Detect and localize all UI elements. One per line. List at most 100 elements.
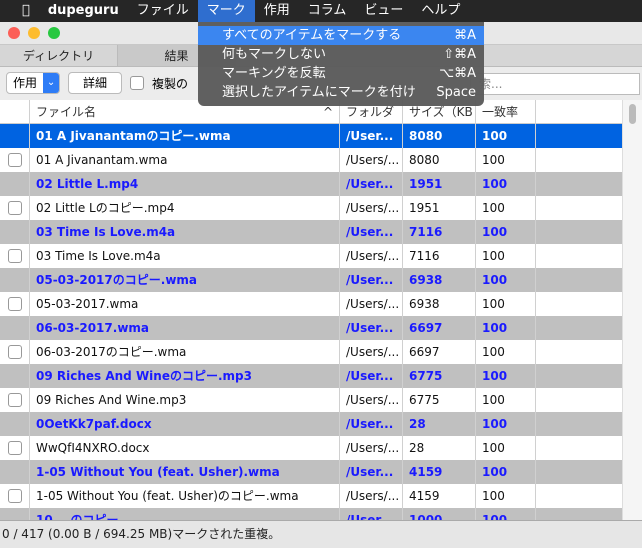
- vertical-scrollbar[interactable]: [622, 100, 642, 520]
- filename-cell: 02 Little L.mp4: [30, 172, 340, 196]
- filename-cell: 10 ...のコピー...: [30, 508, 340, 520]
- tab-directories[interactable]: ディレクトリ: [0, 45, 118, 66]
- filename-cell: 05-03-2017のコピー.wma: [30, 268, 340, 292]
- table-row[interactable]: 03 Time Is Love.m4a/Users/... 7116 100: [0, 244, 622, 268]
- table-row[interactable]: 1-05 Without You (feat. Usher).wma/User.…: [0, 460, 622, 484]
- table-row[interactable]: 1-05 Without You (feat. Usher)のコピー.wma/U…: [0, 484, 622, 508]
- match-cell: 100: [476, 316, 536, 340]
- mark-cell: [0, 412, 30, 436]
- filename-cell: 01 A Jivanantam.wma: [30, 148, 340, 172]
- size-cell: 8080: [403, 124, 476, 148]
- folder-cell: /Users/...: [340, 292, 403, 316]
- table-row[interactable]: 05-03-2017のコピー.wma/User... 6938 100: [0, 268, 622, 292]
- mark-checkbox[interactable]: [8, 297, 22, 311]
- match-cell: 100: [476, 460, 536, 484]
- table-row[interactable]: 09 Riches And Wine.mp3/Users/... 6775 100: [0, 388, 622, 412]
- mark-cell: [0, 172, 30, 196]
- menu-item-shortcut: ⌥⌘A: [439, 66, 476, 81]
- mark-cell: [0, 340, 30, 364]
- table-row[interactable]: WwQfI4NXRO.docx/Users/... 28 100: [0, 436, 622, 460]
- mark-cell: [0, 124, 30, 148]
- action-label: 作用: [13, 76, 38, 90]
- mark-cell: [0, 220, 30, 244]
- apple-icon[interactable]: : [0, 0, 39, 22]
- match-cell: 100: [476, 148, 536, 172]
- menu-action[interactable]: 作用: [255, 0, 299, 22]
- mark-cell: [0, 196, 30, 220]
- folder-cell: /User...: [340, 220, 403, 244]
- folder-cell: /Users/...: [340, 340, 403, 364]
- scrollbar-thumb[interactable]: [629, 104, 636, 124]
- mark-checkbox[interactable]: [8, 489, 22, 503]
- filename-cell: 09 Riches And Wineのコピー.mp3: [30, 364, 340, 388]
- table-row[interactable]: 06-03-2017.wma/User... 6697 100: [0, 316, 622, 340]
- filename-cell: 1-05 Without You (feat. Usher).wma: [30, 460, 340, 484]
- details-button[interactable]: 詳細: [68, 72, 123, 94]
- table-row[interactable]: 05-03-2017.wma/Users/... 6938 100: [0, 292, 622, 316]
- minimize-button[interactable]: [28, 27, 40, 39]
- menu-item-mark-all[interactable]: すべてのアイテムをマークする ⌘A: [198, 26, 484, 45]
- mark-cell: [0, 508, 30, 520]
- table-row[interactable]: 03 Time Is Love.m4a/User... 7116 100: [0, 220, 622, 244]
- action-popup[interactable]: 作用 ⌄: [6, 72, 61, 94]
- match-cell: 100: [476, 340, 536, 364]
- folder-cell: /User...: [340, 460, 403, 484]
- folder-cell: /User...: [340, 124, 403, 148]
- size-cell: 28: [403, 436, 476, 460]
- menu-app[interactable]: dupeguru: [39, 0, 128, 22]
- mark-checkbox[interactable]: [8, 345, 22, 359]
- header-mark[interactable]: [0, 100, 30, 124]
- match-cell: 100: [476, 196, 536, 220]
- mark-menu-dropdown: すべてのアイテムをマークする ⌘A 何もマークしない ⇧⌘A マーキングを反転 ⌥⌘A…: [198, 22, 484, 106]
- table-row[interactable]: 09 Riches And Wineのコピー.mp3/User... 6775 10…: [0, 364, 622, 388]
- filename-cell: 1-05 Without You (feat. Usher)のコピー.wma: [30, 484, 340, 508]
- folder-cell: /User...: [340, 172, 403, 196]
- dupes-only-checkbox[interactable]: [130, 76, 145, 90]
- table-row[interactable]: 01 A Jivanantam.wma/Users/... 8080 100: [0, 148, 622, 172]
- menu-item-shortcut: ⌘A: [454, 28, 476, 43]
- filename-cell: 0OetKk7paf.docx: [30, 412, 340, 436]
- match-cell: 100: [476, 268, 536, 292]
- menu-item-shortcut: Space: [436, 85, 476, 100]
- match-cell: 100: [476, 244, 536, 268]
- menu-item-label: 選択したアイテムにマークを付け: [222, 85, 416, 100]
- menu-item-invert-marking[interactable]: マーキングを反転 ⌥⌘A: [198, 64, 484, 83]
- menu-mark[interactable]: マーク: [197, 0, 255, 22]
- menu-columns[interactable]: コラム: [299, 0, 356, 22]
- mark-checkbox[interactable]: [8, 201, 22, 215]
- filename-cell: 09 Riches And Wine.mp3: [30, 388, 340, 412]
- table-row[interactable]: 02 Little L.mp4/User... 1951 100: [0, 172, 622, 196]
- zoom-button[interactable]: [48, 27, 60, 39]
- size-cell: 6938: [403, 292, 476, 316]
- menu-help[interactable]: ヘルプ: [412, 0, 469, 22]
- mark-cell: [0, 436, 30, 460]
- folder-cell: /Users/...: [340, 196, 403, 220]
- menu-file[interactable]: ファイル: [128, 0, 198, 22]
- mark-checkbox[interactable]: [8, 441, 22, 455]
- mark-checkbox[interactable]: [8, 249, 22, 263]
- table-row[interactable]: 06-03-2017のコピー.wma/Users/... 6697 100: [0, 340, 622, 364]
- menu-item-mark-none[interactable]: 何もマークしない ⇧⌘A: [198, 45, 484, 64]
- menu-item-label: すべてのアイテムをマークする: [222, 28, 402, 43]
- table-row[interactable]: 02 Little Lのコピー.mp4/Users/... 1951 100: [0, 196, 622, 220]
- mark-cell: [0, 268, 30, 292]
- header-match[interactable]: 一致率: [476, 100, 536, 124]
- size-cell: 1951: [403, 172, 476, 196]
- search-input[interactable]: 索...: [470, 73, 640, 95]
- mark-checkbox[interactable]: [8, 393, 22, 407]
- mark-cell: [0, 244, 30, 268]
- menu-item-mark-selected[interactable]: 選択したアイテムにマークを付け Space: [198, 83, 484, 102]
- match-cell: 100: [476, 292, 536, 316]
- table-row[interactable]: 01 A Jivanantamのコピー.wma/User... 8080 100: [0, 124, 622, 148]
- menu-view[interactable]: ビュー: [355, 0, 412, 22]
- close-button[interactable]: [8, 27, 20, 39]
- mark-cell: [0, 484, 30, 508]
- mark-checkbox[interactable]: [8, 153, 22, 167]
- menu-bar:  dupeguru ファイル マーク 作用 コラム ビュー ヘルプ: [0, 0, 642, 22]
- mark-cell: [0, 148, 30, 172]
- dupes-only-label: 複製の: [152, 76, 189, 91]
- table-row[interactable]: 0OetKk7paf.docx/User... 28 100: [0, 412, 622, 436]
- table-row[interactable]: 10 ...のコピー.../User... 1000 100: [0, 508, 622, 520]
- menu-item-shortcut: ⇧⌘A: [443, 47, 476, 62]
- size-cell: 7116: [403, 220, 476, 244]
